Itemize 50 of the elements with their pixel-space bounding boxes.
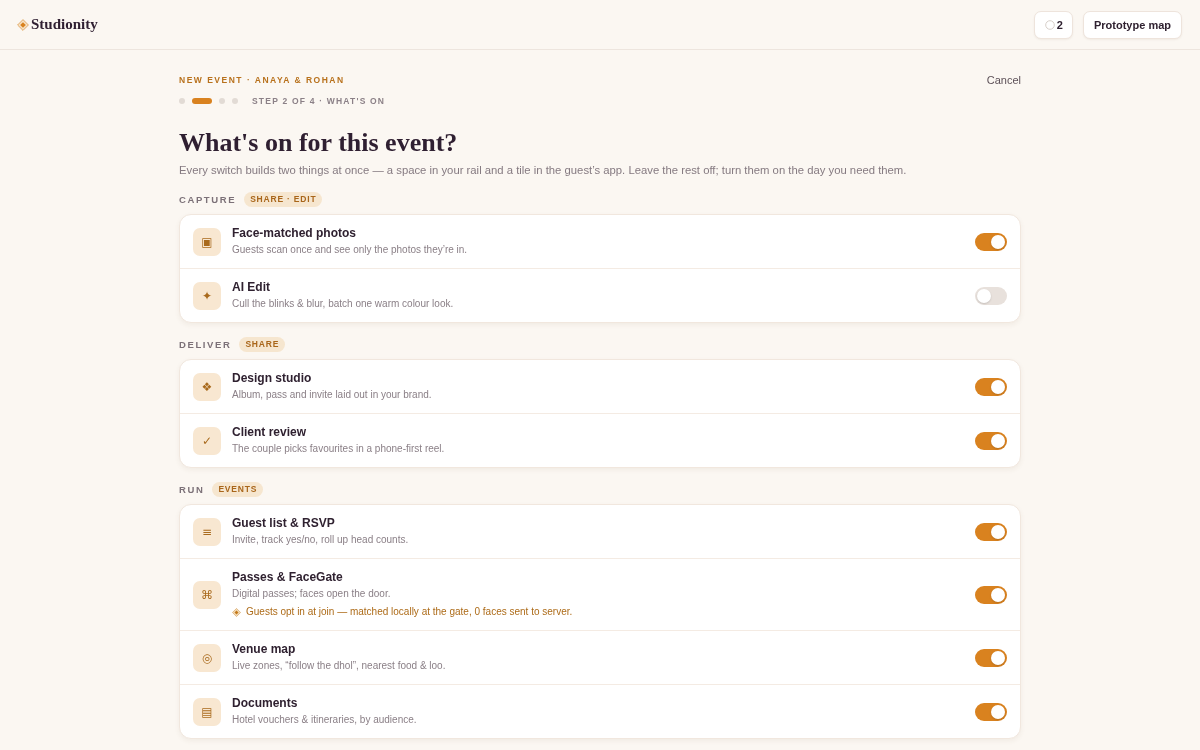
diamond-logo-icon xyxy=(17,18,29,31)
toggle-switch[interactable] xyxy=(975,377,1007,396)
feature-title: Face-matched photos xyxy=(232,225,358,242)
feature-description: Guests scan once and see only the photos they’re in. xyxy=(232,243,469,257)
square-icon: ▣ xyxy=(193,227,221,256)
check-icon: ✓ xyxy=(193,426,221,455)
feature-description: Album, pass and invite laid out in your brand. xyxy=(232,388,433,402)
toggle-switch[interactable] xyxy=(975,648,1007,667)
feature-description: Digital passes; faces open the door. xyxy=(232,587,392,601)
intro-text: Every switch builds two things at once — a space in your rail and a tile in the guest’s app. Leave the rest off; turn them on the day you need them. xyxy=(179,163,908,178)
cancel-link[interactable]: Cancel xyxy=(986,74,1021,86)
toggle-switch[interactable] xyxy=(975,522,1007,541)
count-button[interactable]: 2 xyxy=(1033,10,1073,39)
section-label: RUN xyxy=(179,483,205,495)
feature-description: Hotel vouchers & itineraries, by audience. xyxy=(232,713,418,727)
diamond-icon xyxy=(232,607,241,617)
feature-title: AI Edit xyxy=(232,279,271,296)
toggle-switch[interactable] xyxy=(975,702,1007,721)
privacy-note: Guests opt in at join — matched locally at the gate, 0 faces sent to server. xyxy=(246,605,573,619)
command-icon: ⌘ xyxy=(193,580,221,609)
lines-icon: ≡ xyxy=(193,517,221,546)
feature-description: Cull the blinks & blur, batch one warm colour look. xyxy=(232,297,455,311)
feature-description: The couple picks favourites in a phone-first reel. xyxy=(232,442,446,456)
lined-square-icon: ▤ xyxy=(193,697,221,726)
sparkle-icon: ✦ xyxy=(193,281,221,310)
section-tag: SHARE · EDIT xyxy=(244,191,323,207)
feature-description: Invite, track yes/no, roll up head counts. xyxy=(232,533,410,547)
event-eyebrow: NEW EVENT · ANAYA & ROHAN xyxy=(179,75,345,85)
ring-icon xyxy=(1044,19,1055,30)
prototype-map-button[interactable]: Prototype map xyxy=(1083,10,1182,39)
feature-title: Client review xyxy=(232,424,308,441)
concentric-circles-icon: ◎ xyxy=(193,643,221,672)
step-label: STEP 2 OF 4 · WHAT'S ON xyxy=(252,96,386,106)
feature-title: Documents xyxy=(232,695,299,712)
feature-title: Design studio xyxy=(232,370,313,387)
brand-name: Studionity xyxy=(31,16,98,33)
page-heading: What's on for this event? xyxy=(179,127,459,159)
section-label: DELIVER xyxy=(179,338,232,350)
section-tag: EVENTS xyxy=(212,481,264,497)
toggle-switch[interactable] xyxy=(975,232,1007,251)
feature-title: Venue map xyxy=(232,641,297,658)
toggle-switch[interactable] xyxy=(975,585,1007,604)
feature-title: Guest list & RSVP xyxy=(232,515,336,532)
diamond-cluster-icon: ❖ xyxy=(193,372,221,401)
feature-description: Live zones, “follow the dhol”, nearest food & loo. xyxy=(232,659,447,673)
section-tag: SHARE xyxy=(239,336,286,352)
feature-title: Passes & FaceGate xyxy=(232,569,344,586)
toggle-switch[interactable] xyxy=(975,431,1007,450)
toggle-switch[interactable] xyxy=(975,286,1007,305)
section-label: CAPTURE xyxy=(179,193,237,205)
